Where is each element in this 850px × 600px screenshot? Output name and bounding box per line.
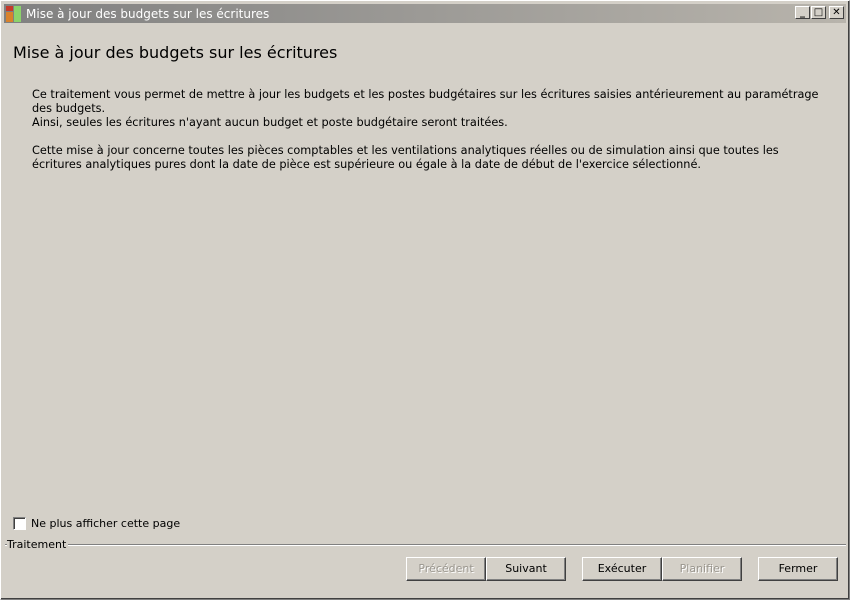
page-title: Mise à jour des budgets sur les écriture… bbox=[13, 43, 338, 62]
minimize-button[interactable]: _ bbox=[795, 6, 810, 19]
previous-button[interactable]: Précédent bbox=[406, 557, 486, 581]
close-button[interactable]: Fermer bbox=[758, 557, 838, 581]
schedule-button[interactable]: Planifier bbox=[662, 557, 742, 581]
maximize-button[interactable]: □ bbox=[811, 6, 826, 19]
execute-button[interactable]: Exécuter bbox=[582, 557, 662, 581]
hide-page-option[interactable]: Ne plus afficher cette page bbox=[13, 517, 180, 530]
next-button[interactable]: Suivant bbox=[486, 557, 566, 581]
description-paragraph-3: Cette mise à jour concerne toutes les pi… bbox=[32, 144, 779, 171]
window-title: Mise à jour des budgets sur les écriture… bbox=[26, 6, 270, 21]
description-paragraph-2: Ainsi, seules les écritures n'ayant aucu… bbox=[32, 116, 508, 129]
close-window-button[interactable]: ✕ bbox=[829, 6, 844, 19]
app-icon bbox=[6, 5, 22, 22]
description-paragraph-1: Ce traitement vous permet de mettre à jo… bbox=[32, 88, 819, 115]
dialog-window: Mise à jour des budgets sur les écriture… bbox=[0, 0, 850, 600]
title-bar[interactable]: Mise à jour des budgets sur les écriture… bbox=[4, 4, 846, 23]
hide-page-checkbox[interactable] bbox=[13, 517, 26, 530]
description: Ce traitement vous permet de mettre à jo… bbox=[32, 88, 832, 172]
separator bbox=[5, 544, 846, 546]
group-label: Traitement bbox=[7, 538, 69, 551]
hide-page-label: Ne plus afficher cette page bbox=[31, 517, 181, 530]
window-controls: _ □ ✕ bbox=[794, 6, 844, 19]
